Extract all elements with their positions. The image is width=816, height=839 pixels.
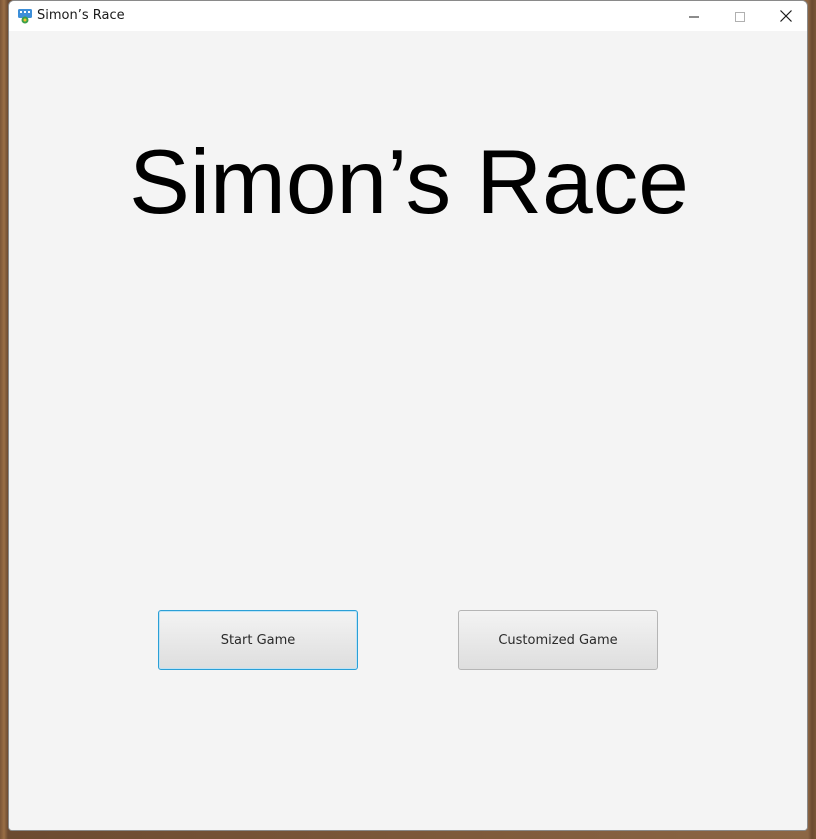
- start-game-button[interactable]: Start Game: [158, 610, 358, 670]
- main-content: Simon’s Race Start Game Customized Game: [9, 31, 807, 830]
- customized-game-button[interactable]: Customized Game: [458, 610, 658, 670]
- window-title: Simon’s Race: [37, 8, 125, 23]
- game-app-icon: [17, 8, 33, 24]
- minimize-button[interactable]: [671, 1, 717, 31]
- app-window: Simon’s Race Simon’s Race Start Game Cus…: [8, 0, 808, 831]
- maximize-button[interactable]: [717, 1, 763, 31]
- title-bar[interactable]: Simon’s Race: [9, 1, 807, 31]
- close-button[interactable]: [763, 1, 807, 31]
- customized-game-label: Customized Game: [498, 632, 618, 648]
- close-icon: [780, 7, 792, 26]
- game-title-heading: Simon’s Race: [129, 132, 689, 233]
- minimize-icon: [689, 7, 699, 26]
- start-game-label: Start Game: [220, 632, 296, 648]
- maximize-icon: [735, 7, 745, 26]
